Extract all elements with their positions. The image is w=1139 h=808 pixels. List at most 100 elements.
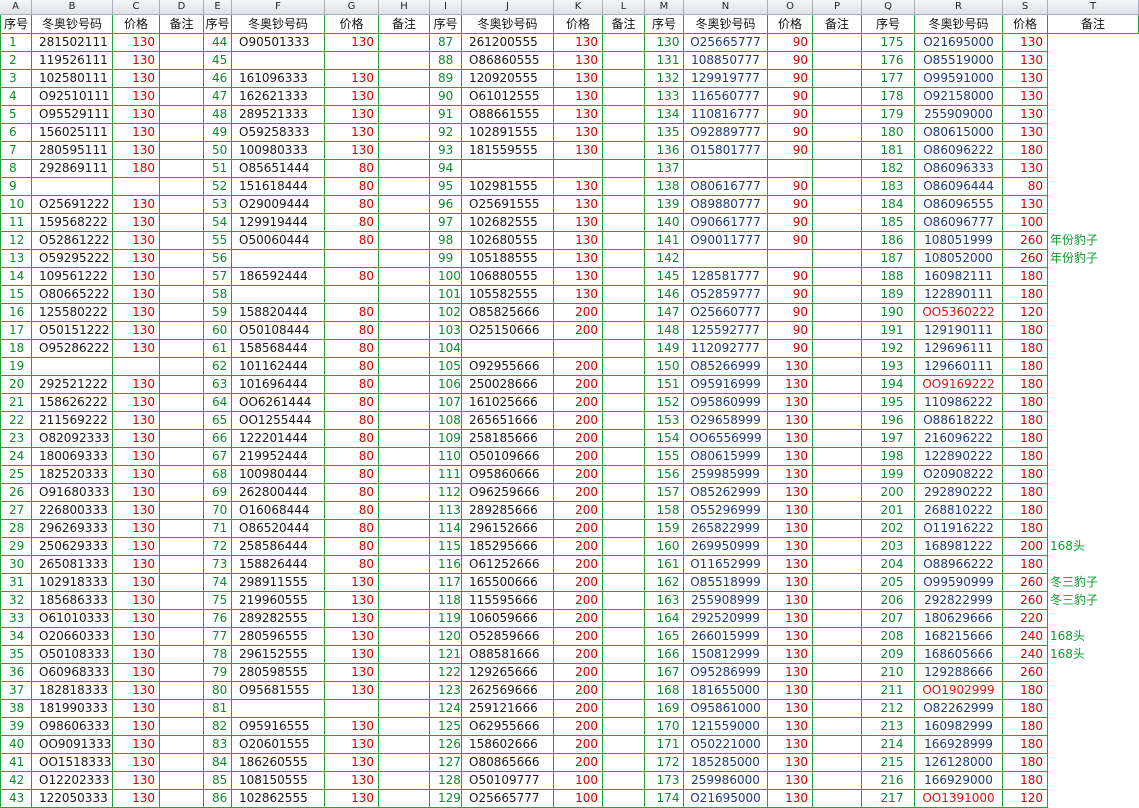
code-cell[interactable]: 162621333 (232, 87, 325, 106)
price-cell[interactable]: 130 (325, 33, 379, 52)
price-cell[interactable]: 130 (768, 537, 813, 556)
seq-cell[interactable]: 153 (645, 411, 684, 430)
code-cell[interactable]: 259986000 (684, 771, 768, 790)
seq-cell[interactable]: 195 (862, 393, 915, 412)
price-cell[interactable]: 120 (1003, 303, 1048, 322)
price-cell[interactable]: 130 (554, 105, 603, 124)
code-cell[interactable]: 298911555 (232, 573, 325, 592)
code-cell[interactable]: O80665222 (32, 285, 113, 304)
note-cell[interactable] (379, 447, 430, 466)
seq-cell[interactable]: 5 (0, 105, 32, 124)
column-letter-p[interactable]: P (813, 0, 862, 15)
column-letter-a[interactable]: A (0, 0, 32, 15)
note-cell[interactable]: 168头 (1048, 537, 1139, 556)
code-cell[interactable]: 168215666 (915, 627, 1003, 646)
note-cell[interactable] (603, 393, 645, 412)
price-cell[interactable]: 130 (113, 573, 160, 592)
code-cell[interactable]: 158820444 (232, 303, 325, 322)
code-cell[interactable]: 129288666 (915, 663, 1003, 682)
code-cell[interactable]: 262569666 (462, 681, 554, 700)
code-cell[interactable]: 296152666 (462, 519, 554, 538)
price-cell[interactable]: 200 (554, 609, 603, 628)
price-cell[interactable]: 130 (768, 645, 813, 664)
price-cell[interactable]: 130 (1003, 195, 1048, 214)
code-cell[interactable]: O96259666 (462, 483, 554, 502)
note-cell[interactable] (379, 411, 430, 430)
seq-cell[interactable]: 74 (204, 573, 232, 592)
code-cell[interactable]: 250629333 (32, 537, 113, 556)
seq-cell[interactable]: 134 (645, 105, 684, 124)
note-cell[interactable] (379, 771, 430, 790)
seq-cell[interactable]: 44 (204, 33, 232, 52)
seq-cell[interactable]: 51 (204, 159, 232, 178)
seq-cell[interactable]: 147 (645, 303, 684, 322)
note-cell[interactable] (379, 123, 430, 142)
seq-cell[interactable]: 146 (645, 285, 684, 304)
price-cell[interactable]: 130 (768, 609, 813, 628)
note-cell[interactable] (160, 213, 204, 232)
code-cell[interactable]: O98606333 (32, 717, 113, 736)
seq-cell[interactable]: 32 (0, 591, 32, 610)
seq-cell[interactable]: 185 (862, 213, 915, 232)
seq-cell[interactable]: 80 (204, 681, 232, 700)
seq-cell[interactable]: 135 (645, 123, 684, 142)
note-cell[interactable] (603, 267, 645, 286)
code-cell[interactable]: 186260555 (232, 753, 325, 772)
note-cell[interactable] (1048, 177, 1139, 196)
note-cell[interactable] (813, 429, 862, 448)
price-cell[interactable]: 130 (768, 735, 813, 754)
price-cell[interactable]: 130 (113, 789, 160, 808)
code-cell[interactable]: O20660333 (32, 627, 113, 646)
note-cell[interactable] (160, 69, 204, 88)
seq-cell[interactable]: 189 (862, 285, 915, 304)
price-cell[interactable]: 130 (554, 231, 603, 250)
code-cell[interactable]: O85519000 (915, 51, 1003, 70)
note-cell[interactable] (379, 645, 430, 664)
note-cell[interactable] (603, 663, 645, 682)
seq-cell[interactable]: 188 (862, 267, 915, 286)
seq-cell[interactable]: 81 (204, 699, 232, 718)
note-cell[interactable] (603, 627, 645, 646)
note-cell[interactable] (603, 537, 645, 556)
price-cell[interactable]: 130 (768, 519, 813, 538)
price-cell[interactable]: 130 (113, 51, 160, 70)
note-cell[interactable] (813, 789, 862, 808)
note-cell[interactable] (813, 627, 862, 646)
price-cell[interactable]: 130 (113, 483, 160, 502)
code-cell[interactable]: 128581777 (684, 267, 768, 286)
price-cell[interactable]: 90 (768, 339, 813, 358)
seq-cell[interactable]: 62 (204, 357, 232, 376)
price-cell[interactable]: 130 (768, 411, 813, 430)
note-cell[interactable] (1048, 357, 1139, 376)
code-cell[interactable] (684, 159, 768, 178)
note-cell[interactable] (603, 645, 645, 664)
note-cell[interactable] (379, 69, 430, 88)
price-cell[interactable]: 180 (113, 159, 160, 178)
seq-cell[interactable]: 56 (204, 249, 232, 268)
note-cell[interactable] (379, 195, 430, 214)
note-cell[interactable] (813, 411, 862, 430)
price-cell[interactable]: 260 (1003, 663, 1048, 682)
price-cell[interactable]: 130 (325, 87, 379, 106)
code-cell[interactable]: 266015999 (684, 627, 768, 646)
seq-cell[interactable]: 183 (862, 177, 915, 196)
price-cell[interactable]: 80 (325, 411, 379, 430)
price-cell[interactable] (113, 357, 160, 376)
note-cell[interactable] (813, 663, 862, 682)
seq-cell[interactable]: 7 (0, 141, 32, 160)
seq-cell[interactable]: 130 (645, 33, 684, 52)
note-cell[interactable] (1048, 123, 1139, 142)
price-cell[interactable]: 200 (554, 699, 603, 718)
note-cell[interactable] (1048, 411, 1139, 430)
price-cell[interactable]: 80 (325, 267, 379, 286)
code-cell[interactable]: 106880555 (462, 267, 554, 286)
price-cell[interactable]: 130 (113, 501, 160, 520)
seq-cell[interactable]: 181 (862, 141, 915, 160)
seq-cell[interactable]: 209 (862, 645, 915, 664)
price-cell[interactable]: 130 (1003, 33, 1048, 52)
note-cell[interactable] (603, 429, 645, 448)
column-letter-b[interactable]: B (32, 0, 113, 15)
note-cell[interactable] (603, 105, 645, 124)
note-cell[interactable] (1048, 447, 1139, 466)
seq-cell[interactable]: 20 (0, 375, 32, 394)
